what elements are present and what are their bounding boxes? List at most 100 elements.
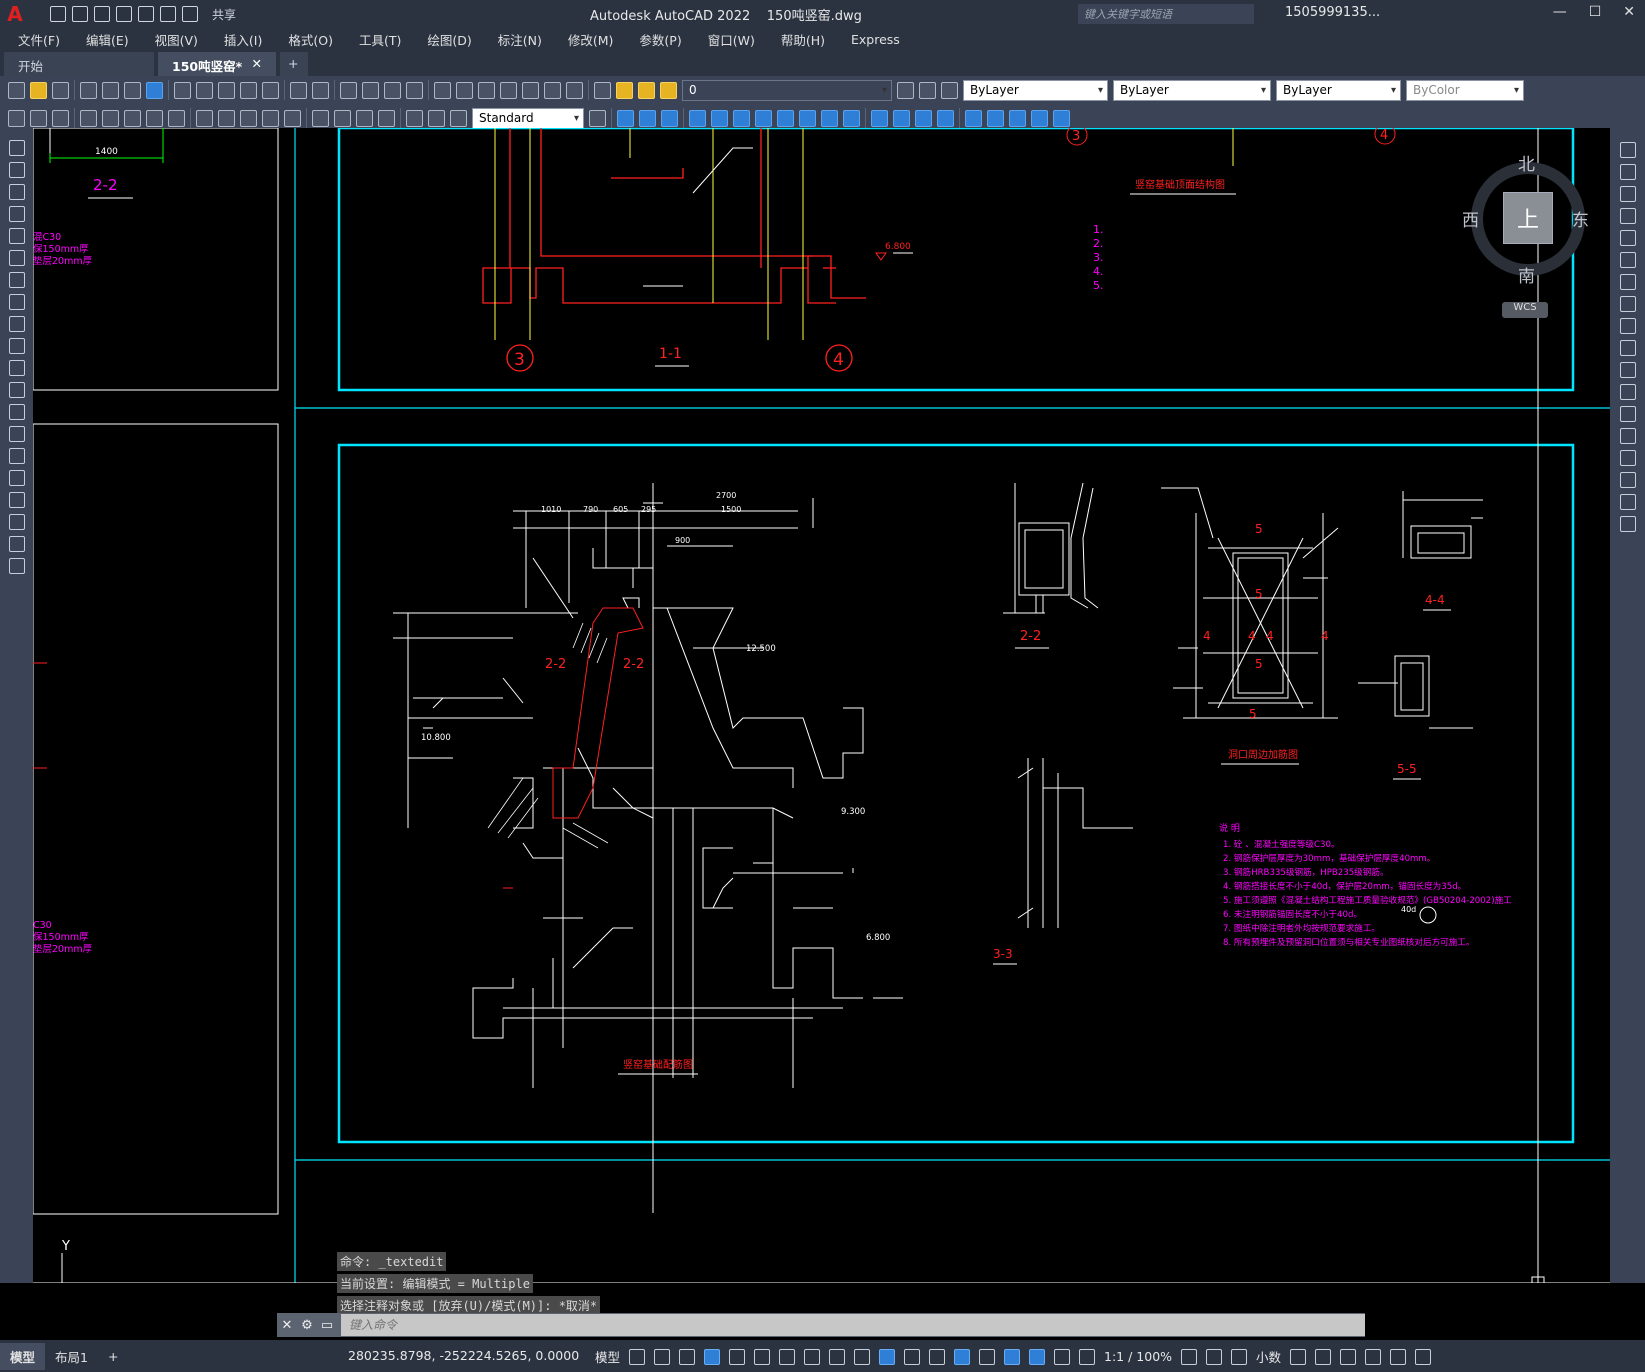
- arc-icon[interactable]: [8, 250, 25, 266]
- move3d-icon[interactable]: [965, 109, 982, 127]
- union-icon[interactable]: [871, 109, 888, 127]
- solid-sphere-icon[interactable]: [755, 109, 772, 127]
- scale-icon[interactable]: [1619, 296, 1636, 312]
- layout-tab-model[interactable]: 模型: [0, 1342, 46, 1370]
- selection-filter-icon[interactable]: [979, 1348, 996, 1365]
- polyline-icon[interactable]: [8, 184, 25, 200]
- polar-icon[interactable]: [754, 1348, 771, 1365]
- model-space-toggle[interactable]: 模型: [595, 1347, 620, 1366]
- zoom-previous-icon[interactable]: [406, 81, 423, 99]
- units-icon[interactable]: [1231, 1348, 1248, 1365]
- subtract-icon[interactable]: [893, 109, 910, 127]
- open-icon[interactable]: [72, 6, 88, 22]
- drawing-canvas[interactable]: 1400 2-2 混C30 保150mm厚 垫层20mm厚 C30 保150mm…: [33, 128, 1610, 1283]
- menu-modify[interactable]: 修改(M): [568, 30, 614, 49]
- rotate3d-icon[interactable]: [987, 109, 1004, 127]
- dynamic-input-icon[interactable]: [704, 1348, 721, 1365]
- extend-icon[interactable]: [1619, 362, 1636, 378]
- layer-freeze-icon[interactable]: [638, 81, 655, 99]
- break-at-point-icon[interactable]: [1619, 384, 1636, 400]
- match-properties-icon[interactable]: [240, 81, 257, 99]
- hatch-icon[interactable]: [8, 448, 25, 464]
- render-icon-2[interactable]: [639, 109, 656, 127]
- layout-tab-layout1[interactable]: 布局1: [45, 1343, 98, 1370]
- layer-on-icon[interactable]: [616, 81, 633, 99]
- calculator-icon[interactable]: [544, 81, 561, 99]
- command-recent-icon[interactable]: ▭: [317, 1318, 337, 1333]
- tool-palette-icon[interactable]: [478, 81, 495, 99]
- intersect-icon[interactable]: [915, 109, 932, 127]
- trim-icon[interactable]: [1619, 340, 1636, 356]
- annotation-scale-icon[interactable]: [1079, 1348, 1096, 1365]
- save-icon[interactable]: [94, 6, 110, 22]
- pan-icon[interactable]: [340, 81, 357, 99]
- transparency-icon[interactable]: [879, 1348, 896, 1365]
- dim-diameter-icon[interactable]: [146, 109, 163, 127]
- solid-cylinder-icon[interactable]: [777, 109, 794, 127]
- object-snap-icon[interactable]: [829, 1348, 846, 1365]
- rectangle-icon[interactable]: [8, 228, 25, 244]
- undo-icon[interactable]: [160, 6, 176, 22]
- properties-icon[interactable]: [434, 81, 451, 99]
- isolate-objects-icon[interactable]: [1340, 1348, 1357, 1365]
- ellipse-icon[interactable]: [8, 338, 25, 354]
- multiline-text-icon[interactable]: [8, 536, 25, 552]
- inspect-icon[interactable]: [356, 109, 373, 127]
- viewcube[interactable]: 上 北 南 西 东 WCS: [1462, 150, 1589, 320]
- publish-icon[interactable]: [124, 81, 141, 99]
- object-snap-tracking-icon[interactable]: [804, 1348, 821, 1365]
- save-as-icon[interactable]: [116, 6, 132, 22]
- selection-cycling-icon[interactable]: [904, 1348, 921, 1365]
- menu-dimension[interactable]: 标注(N): [498, 30, 542, 49]
- menu-insert[interactable]: 插入(I): [224, 30, 262, 49]
- redo-icon[interactable]: [182, 6, 198, 22]
- menu-edit[interactable]: 编辑(E): [86, 30, 129, 49]
- workspace-gear-icon[interactable]: [1181, 1348, 1198, 1365]
- dim-style-icon[interactable]: [589, 109, 606, 127]
- menu-draw[interactable]: 绘图(D): [427, 30, 471, 49]
- design-center-icon[interactable]: [456, 81, 473, 99]
- hardware-acceleration-icon[interactable]: [1365, 1348, 1382, 1365]
- tab-document[interactable]: 150吨竖窑* ✕: [158, 52, 276, 76]
- slice-icon[interactable]: [937, 109, 954, 127]
- maximize-icon[interactable]: ☐: [1589, 4, 1602, 20]
- gizmo-icon[interactable]: [1004, 1348, 1021, 1365]
- dim-edit-icon[interactable]: [406, 109, 423, 127]
- web-icon[interactable]: [146, 81, 163, 99]
- menu-tools[interactable]: 工具(T): [359, 30, 401, 49]
- ellipse-arc-icon[interactable]: [8, 360, 25, 376]
- dynamic-ucs-icon[interactable]: [954, 1348, 971, 1365]
- new-icon[interactable]: [8, 81, 25, 99]
- lineweight-icon[interactable]: [854, 1348, 871, 1365]
- paste-icon[interactable]: [218, 81, 235, 99]
- plot-icon[interactable]: [80, 81, 97, 99]
- annotation-scale-value[interactable]: 1:1 / 100%: [1104, 1349, 1172, 1364]
- cut-icon[interactable]: [174, 81, 191, 99]
- make-current-layer-icon[interactable]: [897, 81, 914, 99]
- stretch-icon[interactable]: [1619, 318, 1636, 334]
- zoom-realtime-icon[interactable]: [362, 81, 379, 99]
- menu-parametric[interactable]: 参数(P): [639, 30, 681, 49]
- menu-help[interactable]: 帮助(H): [781, 30, 825, 49]
- dim-linear-icon[interactable]: [8, 109, 25, 127]
- block-editor-icon[interactable]: [262, 81, 279, 99]
- break-icon[interactable]: [1619, 406, 1636, 422]
- infer-constraints-icon[interactable]: [679, 1348, 696, 1365]
- text-style-select[interactable]: Standard: [472, 107, 584, 129]
- offset-icon[interactable]: [1619, 208, 1636, 224]
- lock-ui-icon[interactable]: [1315, 1348, 1332, 1365]
- dim-radius-icon[interactable]: [102, 109, 119, 127]
- line-icon[interactable]: [8, 140, 25, 156]
- construction-line-icon[interactable]: [8, 162, 25, 178]
- tab-close-icon[interactable]: ✕: [252, 56, 262, 72]
- point-icon[interactable]: [8, 426, 25, 442]
- layer-previous-icon[interactable]: [919, 81, 936, 99]
- quick-properties-icon[interactable]: [1290, 1348, 1307, 1365]
- customization-icon[interactable]: [1415, 1348, 1432, 1365]
- compass-north[interactable]: 北: [1518, 150, 1535, 175]
- auto-scale-icon[interactable]: [1054, 1348, 1071, 1365]
- user-account[interactable]: 1505999135...: [1285, 5, 1380, 20]
- grid-icon[interactable]: [629, 1348, 646, 1365]
- dim-update-icon[interactable]: [450, 109, 467, 127]
- clean-screen-icon[interactable]: [1390, 1348, 1407, 1365]
